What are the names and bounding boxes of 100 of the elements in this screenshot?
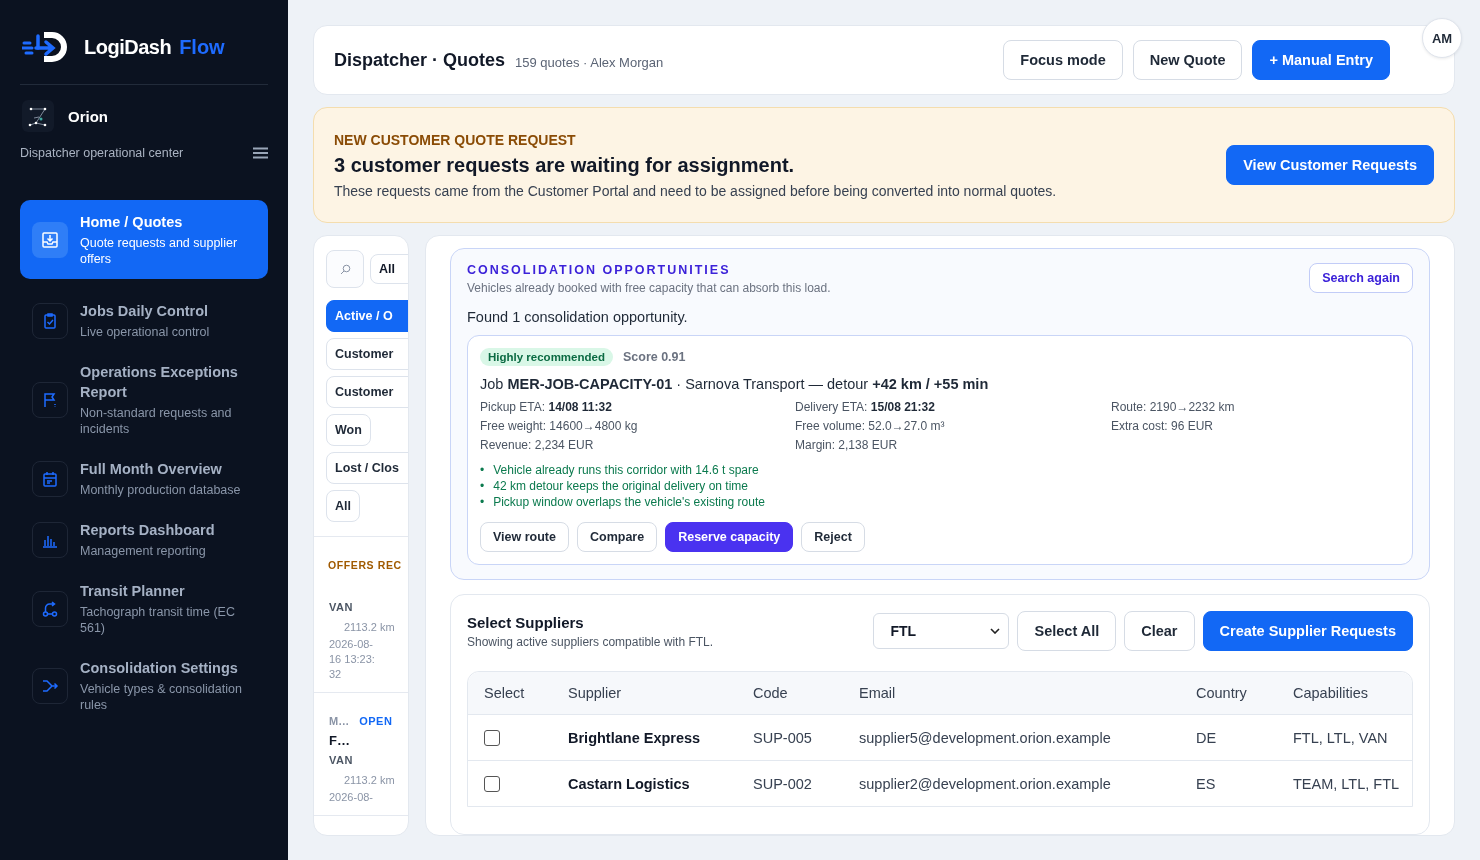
nav-title: Home / Quotes bbox=[80, 213, 184, 232]
table-cell-text: supplier5@development.orion.example bbox=[858, 729, 1112, 746]
offer-date: 2026-08- bbox=[329, 790, 375, 805]
nav-subtitle: Monthly production database bbox=[80, 482, 241, 498]
banner-heading: 3 customer requests are waiting for assignment. bbox=[334, 153, 796, 177]
brand-name: LogiDash bbox=[84, 35, 172, 59]
column-header: Code bbox=[752, 685, 789, 701]
scope-dropdown[interactable]: All bbox=[370, 254, 408, 284]
offer-distance: 2113.2 km bbox=[344, 774, 396, 786]
detail-text: Free weight: 14600→4800 kg bbox=[480, 419, 639, 433]
route-icon bbox=[41, 599, 59, 618]
offer-vehicle: VAN bbox=[329, 754, 354, 766]
offer-card[interactable]: VAN 2113.2 km 2026-08-16 13:23:32 bbox=[314, 573, 408, 693]
filter-chip[interactable]: Lost / Clos bbox=[326, 452, 408, 484]
filter-chip[interactable]: Active / O bbox=[326, 300, 408, 332]
table-cell-text: ES bbox=[1195, 775, 1217, 792]
nav-subtitle: Management reporting bbox=[80, 543, 207, 559]
supplier-button[interactable]: Create Supplier Requests bbox=[1202, 611, 1413, 651]
table-cell-text: SUP-002 bbox=[752, 775, 813, 792]
recommendation-badge: Highly recommended bbox=[480, 348, 613, 366]
filter-chip[interactable]: All bbox=[326, 490, 360, 522]
score-text: Score 0.91 bbox=[622, 350, 686, 364]
reason-item: 42 km detour keeps the original delivery on time bbox=[493, 478, 748, 494]
filter-chip[interactable]: Won bbox=[326, 414, 371, 446]
nav-item[interactable]: Reports Dashboard Management reporting bbox=[20, 520, 268, 559]
nav-item[interactable]: Jobs Daily Control Live operational control bbox=[20, 301, 268, 340]
nav-item[interactable]: Transit Planner Tachograph transit time (EC 561) bbox=[20, 581, 268, 636]
search-again-button[interactable]: Search again bbox=[1309, 263, 1413, 293]
supplier-button[interactable]: Clear bbox=[1124, 611, 1195, 651]
header-button[interactable]: New Quote bbox=[1132, 40, 1243, 80]
offer-name: F… bbox=[329, 733, 351, 748]
nav-item[interactable]: Home / Quotes Quote requests and supplier offers bbox=[20, 200, 268, 279]
header-button[interactable]: Focus mode bbox=[1003, 40, 1123, 80]
nav-title: Reports Dashboard bbox=[80, 521, 215, 540]
detail-text: Route: 2190→2232 km bbox=[1111, 400, 1236, 414]
brand-accent: Flow bbox=[179, 35, 225, 59]
page-meta: 159 quotes · Alex Morgan bbox=[515, 54, 664, 70]
column-header: Supplier bbox=[567, 685, 623, 701]
nav-title: Operations Exceptions Report bbox=[80, 363, 239, 402]
reason-item: Pickup window overlaps the vehicle's existing route bbox=[493, 494, 765, 510]
page-title: Dispatcher · Quotes bbox=[334, 49, 506, 71]
action-button[interactable]: View route bbox=[480, 522, 569, 552]
chevron-icon bbox=[990, 628, 1001, 634]
section-subtitle: Showing active suppliers compatible with FTL. bbox=[467, 634, 714, 649]
nav-subtitle: Tachograph transit time (EC 561) bbox=[80, 604, 236, 636]
action-button[interactable]: Reserve capacity bbox=[665, 522, 794, 552]
banner-text: These requests came from the Customer Portal and need to be assigned before being converted into normal quotes. bbox=[334, 182, 1057, 199]
nav-title: Jobs Daily Control bbox=[80, 302, 210, 321]
vehicle-select[interactable]: FTL bbox=[873, 613, 1010, 649]
table-cell-text: TEAM, LTL, FTL bbox=[1292, 775, 1401, 792]
table-cell-text: FTL, LTL, VAN bbox=[1292, 729, 1389, 746]
banner-eyebrow: NEW CUSTOMER QUOTE REQUEST bbox=[334, 131, 577, 148]
offer-date: 2026-08-16 13:23:32 bbox=[329, 637, 376, 682]
nav-item[interactable]: Consolidation Settings Vehicle types & consolidation rules bbox=[20, 658, 268, 713]
nav-item[interactable]: Full Month Overview Monthly production database bbox=[20, 459, 268, 498]
view-requests-button[interactable]: View Customer Requests bbox=[1226, 145, 1434, 185]
offer-code: M… bbox=[329, 715, 350, 727]
detail-text: Extra cost: 96 EUR bbox=[1111, 419, 1215, 433]
section-title: Select Suppliers bbox=[467, 613, 585, 631]
detail-text: Pickup ETA: 14/08 11:32 bbox=[480, 400, 613, 414]
detail-text: Free volume: 52.0→27.0 m³ bbox=[795, 419, 946, 433]
workspace-subtitle: Dispatcher operational center bbox=[20, 146, 184, 160]
action-button[interactable]: Reject bbox=[801, 522, 865, 552]
table-cell-text: DE bbox=[1195, 729, 1218, 746]
job-summary: Job MER-JOB-CAPACITY-01 · Sarnova Transport — detour +42 km / +55 min bbox=[480, 376, 990, 392]
filter-chip[interactable]: Customer bbox=[326, 376, 408, 408]
column-header: Select bbox=[483, 685, 526, 701]
nav-title: Transit Planner bbox=[80, 582, 186, 601]
menu-icon[interactable] bbox=[253, 147, 268, 159]
detail-text: Delivery ETA: 15/08 21:32 bbox=[795, 400, 936, 414]
section-subtitle: Vehicles already booked with free capacity that can absorb this load. bbox=[467, 281, 831, 295]
offer-card[interactable]: M… OPEN F… VAN 2113.2 km 2026-08- bbox=[314, 693, 408, 816]
filter-chip[interactable]: Customer bbox=[326, 338, 408, 370]
header-button[interactable]: + Manual Entry bbox=[1252, 40, 1390, 80]
nav-subtitle: Vehicle types & consolidation rules bbox=[80, 681, 243, 713]
column-header: Email bbox=[858, 685, 897, 701]
reason-item: Vehicle already runs this corridor with 14.6 t spare bbox=[493, 462, 759, 478]
nav-title: Consolidation Settings bbox=[80, 659, 239, 678]
bullet: • bbox=[480, 478, 485, 494]
offers-title: OFFERS REC bbox=[328, 559, 402, 571]
row-checkbox[interactable] bbox=[484, 776, 500, 793]
constellation-icon bbox=[22, 100, 54, 132]
nav-title: Full Month Overview bbox=[80, 460, 223, 479]
offer-distance: 2113.2 km bbox=[344, 621, 396, 633]
supplier-button[interactable]: Select All bbox=[1017, 611, 1117, 651]
row-checkbox[interactable] bbox=[484, 730, 500, 747]
column-header: Capabilities bbox=[1292, 685, 1369, 701]
user-avatar[interactable]: AM bbox=[1422, 18, 1462, 58]
nav-subtitle: Quote requests and supplier offers bbox=[80, 235, 239, 267]
nav-item[interactable]: Operations Exceptions Report Non-standard requests and incidents bbox=[20, 362, 268, 437]
section-title: CONSOLIDATION OPPORTUNITIES bbox=[467, 263, 732, 277]
table-cell-text: Brightlane Express bbox=[567, 729, 702, 746]
column-header: Country bbox=[1195, 685, 1248, 701]
bullet: • bbox=[480, 494, 485, 510]
workspace-name: Orion bbox=[68, 107, 108, 125]
action-button[interactable]: Compare bbox=[577, 522, 658, 552]
offer-vehicle: VAN bbox=[329, 601, 354, 613]
inbox-icon bbox=[41, 230, 59, 249]
bullet: • bbox=[480, 462, 485, 478]
table-cell-text: Castarn Logistics bbox=[567, 775, 691, 792]
